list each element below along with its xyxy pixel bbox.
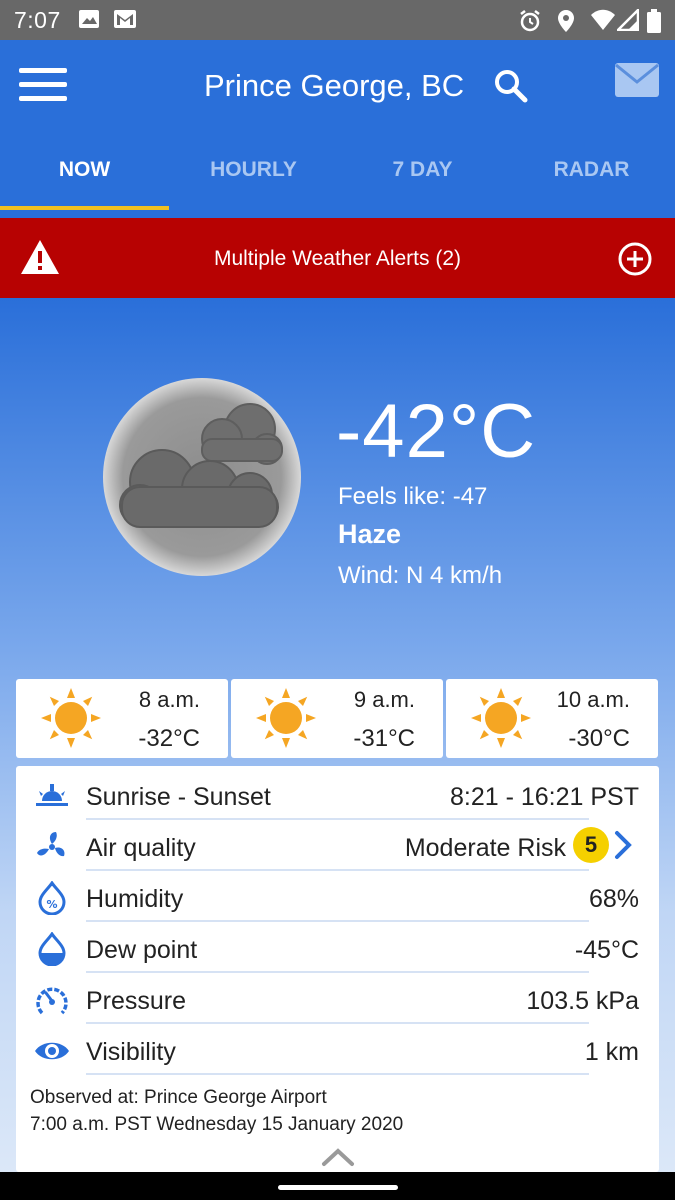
detail-value: 1 km (584, 1038, 639, 1066)
chevron-up-icon[interactable] (320, 1146, 356, 1168)
dew-drop-icon (34, 931, 70, 967)
observed-location: Observed at: Prince George Airport (30, 1087, 327, 1108)
hourly-temp: -31°C (353, 725, 415, 752)
tab-7-day[interactable]: 7 DAY (338, 158, 507, 182)
status-bar: 7:07 (0, 0, 675, 40)
hourly-time: 8 a.m. (138, 687, 200, 712)
alarm-icon (518, 9, 542, 38)
detail-label: Visibility (86, 1038, 176, 1066)
tab-hourly[interactable]: HOURLY (169, 158, 338, 182)
eye-icon (34, 1034, 70, 1068)
humidity-icon: % (34, 880, 70, 916)
signal-icon (614, 6, 640, 36)
detail-label: Sunrise - Sunset (86, 783, 271, 811)
detail-value: 8:21 - 16:21 PST (449, 783, 639, 811)
wind-text: Wind: N 4 km/h (338, 562, 503, 589)
fan-icon (34, 830, 70, 864)
detail-row-humidity: % Humidity 68% (16, 871, 659, 922)
sun-icon (255, 687, 317, 749)
detail-row-visibility: Visibility 1 km (16, 1024, 659, 1075)
mail-icon[interactable] (614, 62, 660, 100)
hourly-card[interactable]: 8 a.m. -32°C (16, 679, 228, 758)
detail-label: Pressure (86, 987, 187, 1015)
detail-value: 103.5 kPa (526, 987, 639, 1015)
sun-icon (40, 687, 102, 749)
observed-time: 7:00 a.m. PST Wednesday 15 January 2020 (30, 1114, 404, 1135)
sunrise-icon (34, 779, 70, 813)
feels-like: Feels like: -47 (338, 483, 488, 510)
weather-alert-banner[interactable]: Multiple Weather Alerts (2) (0, 218, 675, 298)
detail-row-dew-point: Dew point -45°C (16, 922, 659, 973)
gmail-icon (113, 9, 137, 34)
detail-label: Dew point (86, 936, 198, 964)
hamburger-menu-icon[interactable] (19, 68, 67, 102)
hourly-time: 10 a.m. (556, 687, 630, 712)
tab-radar[interactable]: RADAR (507, 158, 675, 182)
wifi-icon (590, 9, 616, 36)
hourly-temp: -30°C (568, 725, 630, 752)
detail-row-pressure: Pressure 103.5 kPa (16, 973, 659, 1024)
detail-row-air-quality[interactable]: Air quality Moderate Risk (16, 820, 659, 871)
tab-bar: NOW HOURLY 7 DAY RADAR (0, 140, 675, 212)
hourly-time: 9 a.m. (353, 687, 415, 712)
sun-icon (470, 687, 532, 749)
detail-row-sunrise-sunset: Sunrise - Sunset 8:21 - 16:21 PST (16, 769, 659, 820)
alert-text: Multiple Weather Alerts (2) (213, 247, 462, 270)
hourly-card[interactable]: 10 a.m. -30°C (446, 679, 658, 758)
svg-text:%: % (46, 898, 57, 911)
status-time: 7:07 (14, 7, 61, 33)
app-bar: Prince George, BC NOW HOURLY 7 DAY RADAR (0, 40, 675, 218)
hourly-card[interactable]: 9 a.m. -31°C (231, 679, 443, 758)
system-navigation-bar (0, 1172, 675, 1200)
gauge-icon (34, 983, 70, 1017)
detail-value: 68% (588, 885, 639, 913)
detail-value: -45°C (574, 936, 639, 964)
search-icon[interactable] (493, 68, 529, 104)
tab-indicator (0, 206, 169, 210)
hourly-temp: -32°C (138, 725, 200, 752)
detail-value: Moderate Risk (404, 834, 566, 862)
home-gesture-pill[interactable] (278, 1185, 398, 1190)
current-temperature: -42°C (336, 389, 537, 474)
location-icon (557, 9, 575, 38)
city-title[interactable]: Prince George, BC (204, 68, 464, 104)
detail-label: Humidity (86, 885, 184, 913)
details-card: Sunrise - Sunset 8:21 - 16:21 PST Air qu… (16, 766, 659, 1172)
row-divider (86, 1073, 589, 1075)
plus-circle-icon[interactable] (617, 241, 653, 282)
image-icon (78, 9, 100, 34)
condition-text: Haze (338, 519, 402, 549)
tab-now[interactable]: NOW (0, 158, 169, 182)
haze-cloud-moon-icon (102, 377, 302, 577)
battery-icon (647, 9, 661, 38)
detail-label: Air quality (86, 834, 196, 862)
chevron-right-icon[interactable] (613, 830, 633, 860)
observed-info: Observed at: Prince George Airport 7:00 … (30, 1084, 403, 1138)
air-quality-badge: 5 (573, 827, 609, 863)
